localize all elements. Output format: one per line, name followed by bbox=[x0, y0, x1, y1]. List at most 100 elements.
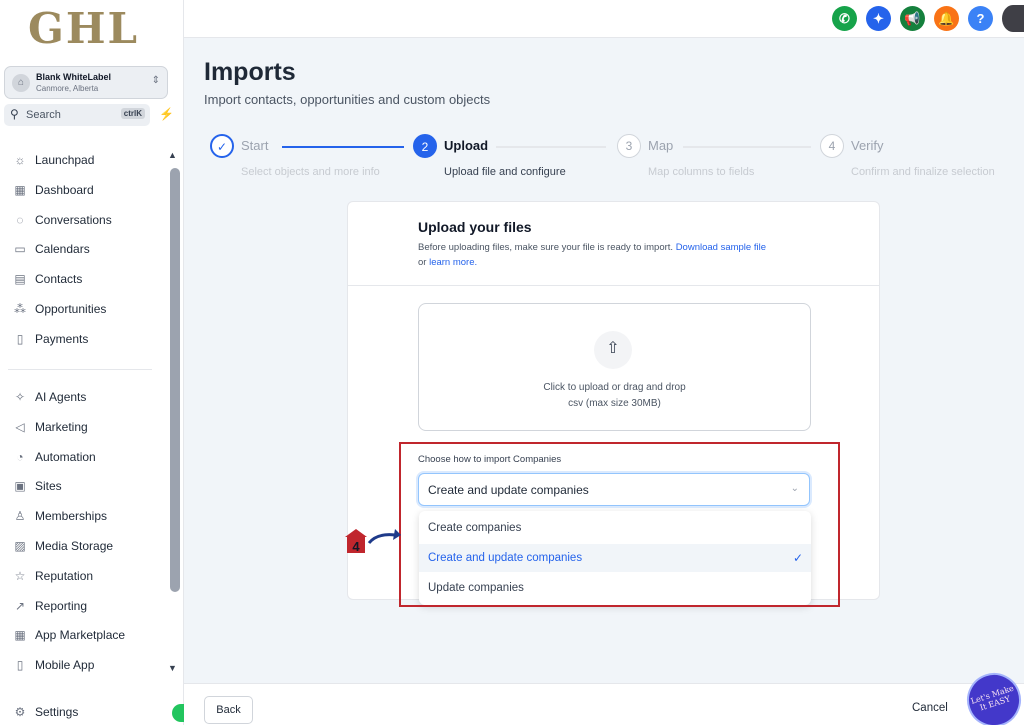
or-text: or bbox=[418, 257, 427, 268]
sidebar-item-label: Settings bbox=[35, 705, 79, 719]
step-start-label: Start bbox=[241, 138, 269, 153]
sidebar-item-contacts[interactable]: ▤ Contacts bbox=[12, 272, 82, 292]
footer-bar bbox=[184, 683, 1024, 725]
step-verify-desc: Confirm and finalize selection bbox=[851, 166, 995, 178]
step-upload-desc: Upload file and configure bbox=[444, 166, 566, 178]
sidebar-item-reporting[interactable]: ↗ Reporting bbox=[12, 599, 87, 619]
cancel-button[interactable]: Cancel bbox=[912, 702, 948, 714]
sidebar-scrollbar[interactable] bbox=[170, 168, 180, 592]
rocket-icon: ☼ bbox=[14, 153, 26, 167]
step-start-desc: Select objects and more info bbox=[241, 166, 380, 178]
sidebar-item-reputation[interactable]: ☆ Reputation bbox=[12, 569, 93, 589]
sidebar-item-label: Dashboard bbox=[35, 182, 94, 197]
sidebar-item-label: Opportunities bbox=[35, 302, 107, 316]
sidebar-item-label: Automation bbox=[35, 449, 96, 464]
search-shortcut: ctrlK bbox=[120, 108, 145, 119]
brand-logo[interactable]: GHL bbox=[28, 4, 139, 53]
dropzone-text: Click to upload or drag and drop bbox=[543, 382, 686, 393]
nav-divider bbox=[8, 369, 152, 370]
sidebar-item-dashboard[interactable]: ▦ Dashboard bbox=[12, 182, 94, 203]
sidebar-item-media-storage[interactable]: ▨ Media Storage bbox=[12, 539, 113, 559]
sidebar-item-settings[interactable]: ⚙ Settings bbox=[12, 705, 79, 725]
sidebar-item-label: Reputation bbox=[35, 568, 94, 583]
magic-icon[interactable]: ✦ bbox=[866, 6, 891, 31]
sidebar-item-ai-agents[interactable]: ✧ AI Agents bbox=[12, 390, 86, 410]
download-sample-link[interactable]: Download sample file bbox=[676, 242, 766, 253]
scroll-down-arrow-icon[interactable]: ▼ bbox=[168, 663, 177, 673]
sidebar-item-conversations[interactable]: ◌ Conversations bbox=[12, 213, 111, 233]
membership-icon: ♙ bbox=[14, 509, 26, 524]
account-location: Canmore, Alberta bbox=[36, 84, 99, 93]
back-button[interactable]: Back bbox=[204, 696, 253, 724]
sidebar-item-label: Contacts bbox=[35, 272, 83, 287]
chart-line-icon: ↗ bbox=[14, 598, 26, 613]
step-upload-label: Upload bbox=[444, 138, 489, 153]
mobile-icon: ▯ bbox=[16, 658, 24, 673]
step-map-label: Map bbox=[648, 138, 674, 153]
sidebar-item-payments[interactable]: ▯ Payments bbox=[12, 331, 89, 352]
step-marker-number: 4 bbox=[352, 539, 360, 554]
sidebar-item-label: Sites bbox=[35, 479, 62, 494]
step-verify-number: 4 bbox=[820, 134, 844, 158]
help-icon[interactable]: ? bbox=[968, 6, 993, 31]
scroll-up-arrow-icon[interactable]: ▲ bbox=[168, 150, 177, 160]
step-start-check-icon: ✓ bbox=[210, 134, 234, 158]
megaphone-icon[interactable]: 📢 bbox=[900, 6, 925, 31]
opportunities-icon: ⁂ bbox=[14, 302, 26, 316]
step-map-number: 3 bbox=[617, 134, 641, 158]
annotation-highlight-box bbox=[399, 442, 840, 607]
chevron-updown-icon: ⇕ bbox=[151, 75, 160, 86]
gear-icon: ⚙ bbox=[14, 705, 26, 719]
sidebar-item-label: Reporting bbox=[35, 598, 88, 613]
sidebar-item-marketing[interactable]: ◁ Marketing bbox=[12, 419, 88, 440]
send-icon: ◁ bbox=[15, 419, 25, 434]
sidebar-item-app-marketplace[interactable]: ▦ App Marketplace bbox=[12, 628, 125, 648]
dashboard-icon: ▦ bbox=[14, 182, 26, 197]
sidebar-item-label: Memberships bbox=[35, 509, 108, 524]
phone-icon[interactable]: ✆ bbox=[832, 6, 857, 31]
sidebar-item-label: Mobile App bbox=[35, 658, 95, 673]
sidebar-item-label: Marketing bbox=[35, 419, 88, 434]
sidebar-item-sites[interactable]: ▣ Sites bbox=[12, 479, 62, 499]
top-bar bbox=[184, 0, 1024, 38]
payments-icon: ▯ bbox=[16, 331, 24, 346]
sidebar-item-label: Media Storage bbox=[35, 539, 114, 553]
sidebar-item-memberships[interactable]: ♙ Memberships bbox=[12, 509, 107, 529]
page-title: Imports bbox=[204, 58, 296, 86]
sidebar-item-label: Launchpad bbox=[35, 153, 95, 167]
grid-icon: ▦ bbox=[14, 628, 26, 643]
lightning-icon[interactable]: ⚡ bbox=[159, 107, 174, 121]
sidebar-item-launchpad[interactable]: ☼ Launchpad bbox=[12, 153, 95, 173]
learn-more-link[interactable]: learn more. bbox=[429, 257, 477, 268]
sites-icon: ▣ bbox=[14, 479, 26, 494]
upload-cloud-icon: ⇧ bbox=[594, 331, 632, 369]
sidebar: GHL ⌂ Blank WhiteLabel Canmore, Alberta … bbox=[0, 0, 184, 725]
search-bar[interactable]: ⚲ Search ctrlK bbox=[4, 104, 150, 126]
card-divider bbox=[348, 285, 879, 286]
sidebar-item-label: Calendars bbox=[35, 242, 90, 257]
page-subtitle: Import contacts, opportunities and custo… bbox=[204, 92, 491, 107]
automation-icon: ◔ bbox=[16, 449, 24, 464]
account-switcher[interactable]: ⌂ Blank WhiteLabel Canmore, Alberta ⇕ bbox=[4, 66, 168, 99]
sidebar-item-automation[interactable]: ◔ Automation bbox=[12, 449, 96, 470]
bell-icon[interactable]: 🔔 bbox=[934, 6, 959, 31]
calendar-icon: ▭ bbox=[14, 242, 26, 257]
step-upload-number: 2 bbox=[413, 134, 437, 158]
dropzone-hint: csv (max size 30MB) bbox=[568, 398, 661, 409]
sidebar-item-opportunities[interactable]: ⁂ Opportunities bbox=[12, 302, 106, 322]
step-marker-arrow: 4 bbox=[345, 529, 401, 554]
sidebar-item-label: App Marketplace bbox=[35, 628, 126, 643]
sidebar-item-label: AI Agents bbox=[35, 390, 87, 404]
user-avatar[interactable] bbox=[1002, 5, 1024, 32]
upload-desc-text: Before uploading files, make sure your f… bbox=[418, 242, 674, 253]
upload-description: Before uploading files, make sure your f… bbox=[418, 240, 818, 270]
sidebar-item-calendars[interactable]: ▭ Calendars bbox=[12, 242, 90, 262]
step-connector bbox=[282, 146, 404, 148]
star-icon: ☆ bbox=[14, 568, 26, 583]
sparkle-icon: ✧ bbox=[14, 390, 26, 404]
step-map-desc: Map columns to fields bbox=[648, 166, 755, 178]
upload-title: Upload your files bbox=[418, 219, 532, 235]
account-name: Blank WhiteLabel bbox=[36, 72, 112, 82]
step-verify-label: Verify bbox=[851, 138, 884, 153]
sidebar-item-mobile-app[interactable]: ▯ Mobile App bbox=[12, 658, 95, 678]
